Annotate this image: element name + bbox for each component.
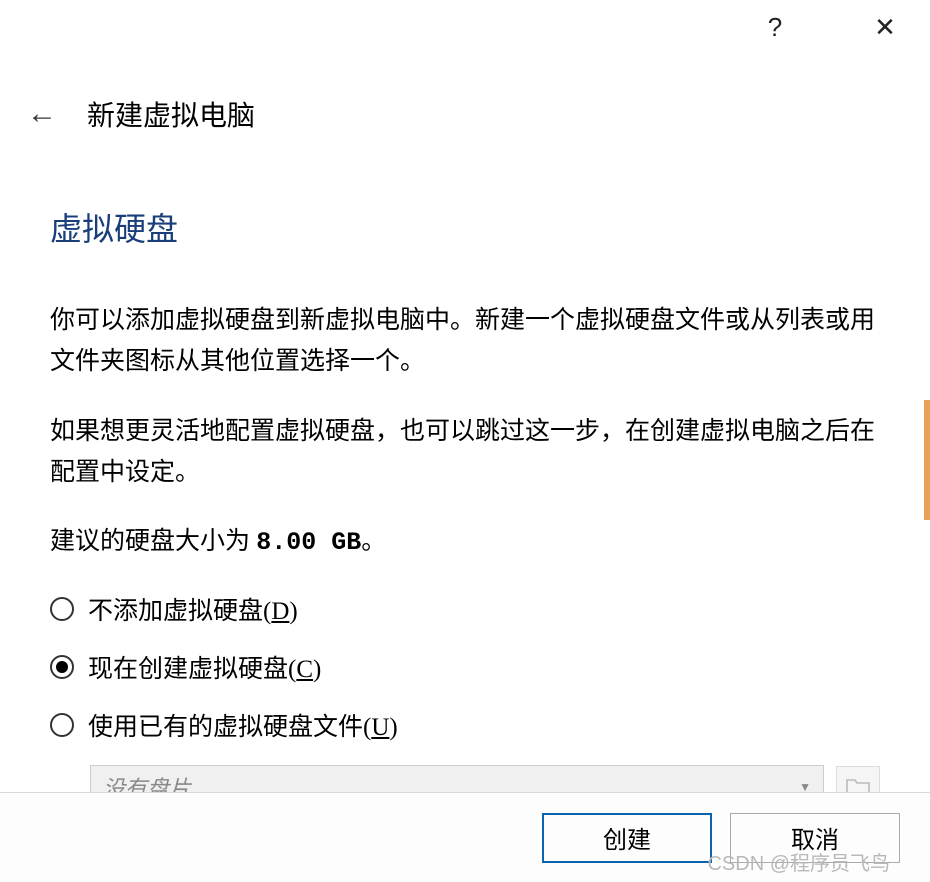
help-button[interactable]: ?: [755, 7, 795, 47]
radio-label-after: ): [389, 714, 397, 741]
radio-label-before: 现在创建虚拟硬盘(: [88, 656, 296, 683]
recommended-size: 8.00 GB: [256, 528, 361, 557]
titlebar: ? ✕: [0, 0, 930, 54]
radio-hotkey: C: [296, 656, 313, 683]
page-title: 新建虚拟电脑: [87, 94, 255, 134]
radio-label-before: 使用已有的虚拟硬盘文件(: [88, 714, 371, 741]
footer: 创建 取消: [0, 792, 930, 882]
radio-icon: [50, 713, 74, 737]
radio-use-existing[interactable]: 使用已有的虚拟硬盘文件(U): [50, 707, 880, 743]
close-button[interactable]: ✕: [865, 7, 905, 47]
back-button[interactable]: ←: [22, 97, 62, 131]
radio-label-after: ): [289, 598, 297, 625]
radio-label: 现在创建虚拟硬盘(C): [88, 649, 321, 685]
radio-hotkey: U: [371, 714, 389, 741]
section-heading: 虚拟硬盘: [50, 204, 880, 250]
radio-label-after: ): [313, 656, 321, 683]
radio-label-before: 不添加虚拟硬盘(: [88, 598, 271, 625]
radio-create-now[interactable]: 现在创建虚拟硬盘(C): [50, 649, 880, 685]
radio-label: 不添加虚拟硬盘(D): [88, 591, 298, 627]
radio-group: 不添加虚拟硬盘(D) 现在创建虚拟硬盘(C) 使用已有的虚拟硬盘文件(U) 没有…: [50, 591, 880, 809]
radio-label: 使用已有的虚拟硬盘文件(U): [88, 707, 398, 743]
size-prefix: 建议的硬盘大小为: [50, 528, 256, 555]
right-edge-accent: [924, 400, 930, 520]
description-para-2: 如果想更灵活地配置虚拟硬盘，也可以跳过这一步，在创建虚拟电脑之后在配置中设定。: [50, 411, 880, 494]
description-para-3: 建议的硬盘大小为 8.00 GB。: [50, 521, 880, 563]
radio-icon: [50, 597, 74, 621]
create-button[interactable]: 创建: [542, 813, 712, 863]
size-suffix: 。: [361, 528, 386, 555]
header: ← 新建虚拟电脑: [0, 54, 930, 144]
cancel-button[interactable]: 取消: [730, 813, 900, 863]
description-para-1: 你可以添加虚拟硬盘到新虚拟电脑中。新建一个虚拟硬盘文件或从列表或用文件夹图标从其…: [50, 300, 880, 383]
radio-icon: [50, 655, 74, 679]
radio-no-disk[interactable]: 不添加虚拟硬盘(D): [50, 591, 880, 627]
radio-hotkey: D: [271, 598, 289, 625]
content-area: 虚拟硬盘 你可以添加虚拟硬盘到新虚拟电脑中。新建一个虚拟硬盘文件或从列表或用文件…: [0, 144, 930, 829]
